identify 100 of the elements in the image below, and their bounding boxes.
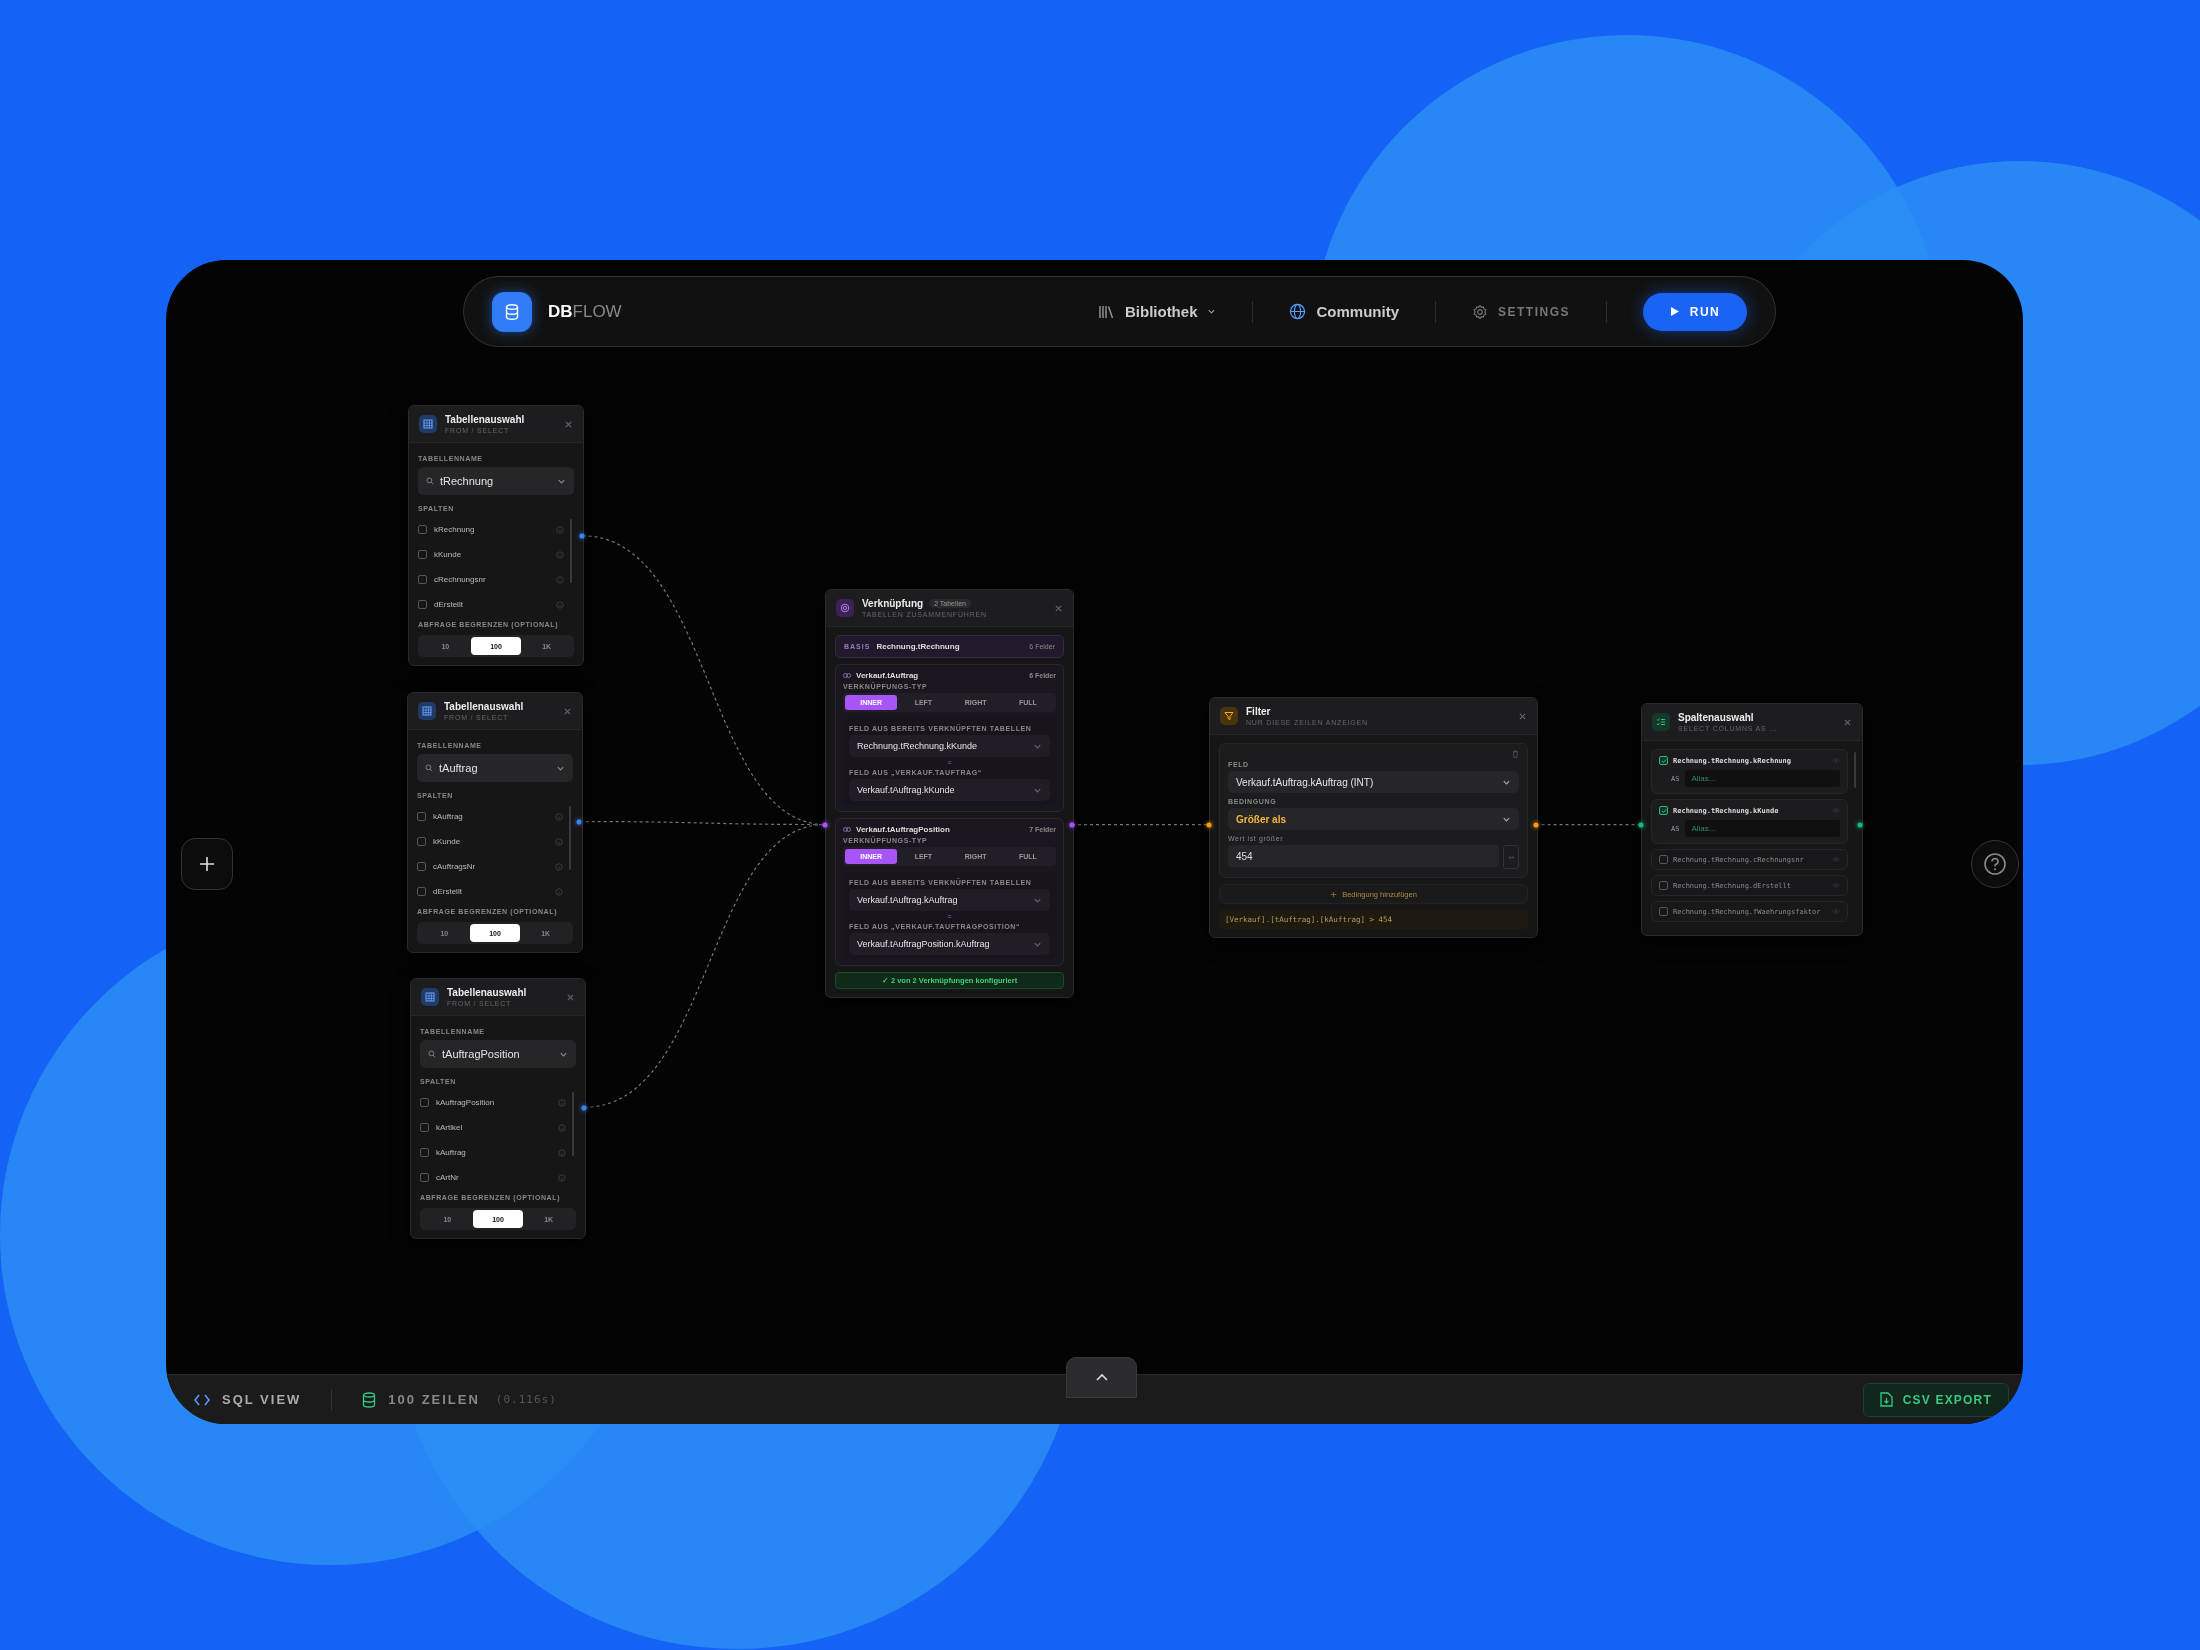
checkbox[interactable] xyxy=(417,837,426,846)
info-icon[interactable] xyxy=(556,600,564,609)
close-icon[interactable] xyxy=(1054,603,1063,613)
info-icon[interactable] xyxy=(558,1148,566,1157)
nav-link[interactable]: SETTINGS xyxy=(1472,303,1570,320)
nav-link[interactable]: Bibliothek xyxy=(1098,303,1217,320)
eye-icon[interactable] xyxy=(1832,758,1840,763)
join-icon xyxy=(836,599,854,617)
add-node-button[interactable] xyxy=(181,838,233,890)
checkbox[interactable] xyxy=(1659,907,1668,916)
search-icon xyxy=(425,764,433,772)
csv-export-button[interactable]: CSV EXPORT xyxy=(1862,1382,2009,1417)
app-logo-text: DBFLOW xyxy=(548,301,622,322)
scrollbar[interactable] xyxy=(572,1092,574,1156)
field-select[interactable]: Verkauf.tAuftrag.kAuftrag xyxy=(849,889,1050,911)
base-table-name: Rechnung.tRechnung xyxy=(876,642,960,651)
eye-icon[interactable] xyxy=(1832,808,1840,813)
info-icon[interactable] xyxy=(556,550,564,559)
table-select[interactable]: tRechnung xyxy=(418,467,574,495)
field-select[interactable]: Verkauf.tAuftrag.kKunde xyxy=(849,779,1050,801)
globe-icon xyxy=(1289,303,1307,320)
checkbox[interactable] xyxy=(418,525,427,534)
node-title: Tabellenauswahl xyxy=(447,987,528,998)
database-icon xyxy=(492,291,532,332)
column-name: kRechnung xyxy=(434,525,476,534)
checkbox[interactable] xyxy=(420,1173,429,1182)
table-icon xyxy=(421,988,439,1006)
sql-view-button[interactable]: SQL VIEW xyxy=(194,1392,302,1407)
link-icon xyxy=(843,827,851,832)
close-icon[interactable] xyxy=(563,706,572,716)
field-select[interactable]: Verkauf.tAuftragPosition.kAuftrag xyxy=(849,933,1050,955)
row-count: 100 ZEILEN xyxy=(388,1392,480,1407)
close-icon[interactable] xyxy=(566,992,575,1002)
run-button[interactable]: RUN xyxy=(1643,292,1747,331)
plus-icon xyxy=(198,855,216,873)
node-title: Filter xyxy=(1246,706,1272,717)
checkbox[interactable] xyxy=(420,1123,429,1132)
close-icon[interactable] xyxy=(1843,717,1852,727)
connection-port[interactable] xyxy=(1857,822,1863,828)
eye-icon[interactable] xyxy=(1832,909,1840,914)
connection-port[interactable] xyxy=(1069,822,1075,828)
checkbox[interactable] xyxy=(420,1148,429,1157)
node-title: Verknüpfung xyxy=(862,598,924,609)
play-icon xyxy=(1669,306,1680,317)
help-button[interactable] xyxy=(1971,840,2019,888)
nav-link[interactable]: Community xyxy=(1289,303,1399,320)
field-select[interactable]: Rechnung.tRechnung.kKunde xyxy=(849,735,1050,757)
checkbox[interactable] xyxy=(1659,855,1668,864)
table-select[interactable]: tAuftrag xyxy=(417,754,573,782)
info-icon[interactable] xyxy=(556,525,564,534)
info-icon[interactable] xyxy=(558,1173,566,1182)
close-icon[interactable] xyxy=(564,419,573,429)
checkbox[interactable] xyxy=(1659,881,1668,890)
checkbox[interactable] xyxy=(417,862,426,871)
checkbox[interactable] xyxy=(1659,756,1668,765)
connection-port[interactable] xyxy=(1638,822,1644,828)
search-icon xyxy=(426,477,434,485)
info-icon[interactable] xyxy=(555,812,563,821)
info-icon[interactable] xyxy=(558,1098,566,1107)
scrollbar[interactable] xyxy=(570,519,572,583)
eye-icon[interactable] xyxy=(1832,857,1840,862)
connection-port[interactable] xyxy=(822,822,828,828)
connection-port[interactable] xyxy=(581,1105,587,1111)
checkbox[interactable] xyxy=(420,1098,429,1107)
trash-icon[interactable] xyxy=(1512,750,1519,758)
node-title: Tabellenauswahl xyxy=(445,414,526,425)
checkbox[interactable] xyxy=(418,550,427,559)
scrollbar[interactable] xyxy=(1854,752,1856,788)
checkbox[interactable] xyxy=(1659,806,1668,815)
info-icon[interactable] xyxy=(555,862,563,871)
column-name: kAuftrag xyxy=(433,812,464,821)
value-input[interactable]: 454 xyxy=(1228,845,1499,867)
table-icon xyxy=(419,415,437,433)
help-icon xyxy=(1983,852,2007,876)
column-name: kAuftrag xyxy=(436,1148,467,1157)
checkbox[interactable] xyxy=(417,887,426,896)
connection-port[interactable] xyxy=(576,819,582,825)
eye-icon[interactable] xyxy=(1832,883,1840,888)
search-icon xyxy=(428,1050,436,1058)
connection-port[interactable] xyxy=(1533,822,1539,828)
checkbox[interactable] xyxy=(418,575,427,584)
column-name: dErstellt xyxy=(434,600,464,609)
checkbox[interactable] xyxy=(418,600,427,609)
condition-select[interactable]: Größer als xyxy=(1228,808,1519,830)
scrollbar[interactable] xyxy=(569,806,571,870)
checkbox[interactable] xyxy=(417,812,426,821)
column-name: kKunde xyxy=(434,550,463,559)
info-icon[interactable] xyxy=(558,1123,566,1132)
alias-input[interactable]: Alias... xyxy=(1685,770,1840,787)
close-icon[interactable] xyxy=(1518,711,1527,721)
alias-input[interactable]: Alias... xyxy=(1685,820,1840,837)
swap-icon[interactable] xyxy=(1503,845,1519,869)
info-icon[interactable] xyxy=(555,887,563,896)
connection-port[interactable] xyxy=(1206,822,1212,828)
field-select[interactable]: Verkauf.tAuftrag.kAuftrag (INT) xyxy=(1228,771,1519,793)
table-select[interactable]: tAuftragPosition xyxy=(420,1040,576,1068)
info-icon[interactable] xyxy=(555,837,563,846)
column-name: cArtNr xyxy=(436,1173,460,1182)
info-icon[interactable] xyxy=(556,575,564,584)
connection-port[interactable] xyxy=(579,533,585,539)
